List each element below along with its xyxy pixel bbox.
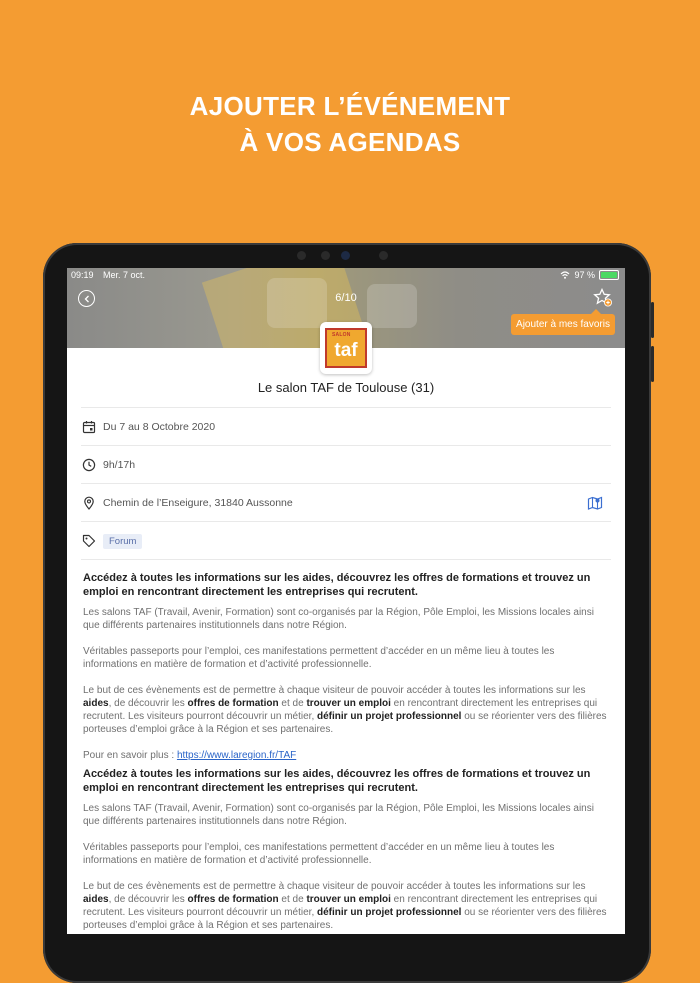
map-icon[interactable] (587, 495, 603, 511)
logo-text: taf (334, 340, 358, 361)
taf-logo: SALON taf (325, 328, 367, 368)
description-paragraph-2: Véritables passeports pour l’emploi, ces… (83, 646, 555, 670)
hero-decoration (367, 284, 417, 328)
divider (81, 559, 611, 561)
description-lead: Accédez à toutes les informations sur le… (83, 572, 591, 598)
battery-level (601, 272, 617, 278)
sensor-dot (321, 251, 330, 260)
logo-tag: SALON (332, 332, 351, 338)
learn-more: Pour en savoir plus : https://www.laregi… (83, 749, 609, 762)
status-right: 97 % (560, 268, 619, 282)
event-hours: 9h/17h (103, 459, 136, 471)
sensor-dot (297, 251, 306, 260)
location-pin-icon (81, 495, 97, 511)
status-date: Mer. 7 oct. (103, 270, 146, 280)
battery-icon (599, 270, 619, 280)
learn-more-link[interactable]: https://www.laregion.fr/TAF (177, 750, 296, 761)
learn-more-label: Pour en savoir plus : (83, 750, 177, 761)
event-date: Du 7 au 8 Octobre 2020 (103, 421, 216, 433)
event-description: Accédez à toutes les informations sur le… (83, 572, 609, 934)
headline-line-1: AJOUTER L’ÉVÉNEMENT (189, 91, 511, 121)
app-screen: 09:19 Mer. 7 oct. 97 % 6/10 Ajouter à me… (67, 268, 625, 934)
volume-button (651, 346, 654, 382)
camera-dot (341, 251, 350, 260)
battery-percent: 97 % (574, 270, 595, 280)
volume-button (651, 302, 654, 338)
event-tag-row: Forum (81, 521, 611, 560)
event-counter: 6/10 (335, 292, 357, 304)
event-category-tag[interactable]: Forum (103, 533, 143, 549)
description-paragraph-3: Le but de ces évènements est de permettr… (83, 685, 607, 735)
description-paragraph-1: Les salons TAF (Travail, Avenir, Formati… (83, 607, 594, 631)
status-time: 09:19 (71, 270, 94, 280)
wifi-icon (561, 271, 570, 279)
event-title: Le salon TAF de Toulouse (31) (257, 380, 435, 395)
description-paragraph-1-repeat: Les salons TAF (Travail, Avenir, Formati… (83, 803, 594, 827)
tag-icon (81, 533, 97, 549)
event-logo: SALON taf (320, 322, 372, 374)
star-favorite-icon[interactable] (593, 288, 613, 308)
description-lead-repeat: Accédez à toutes les informations sur le… (83, 768, 591, 794)
description-paragraph-3-repeat: Le but de ces évènements est de permettr… (83, 881, 607, 931)
event-date-row[interactable]: Du 7 au 8 Octobre 2020 (81, 407, 611, 446)
headline: AJOUTER L’ÉVÉNEMENT À VOS AGENDAS (0, 88, 700, 160)
event-address-row[interactable]: Chemin de l’Enseigure, 31840 Aussonne (81, 483, 611, 522)
event-hours-row: 9h/17h (81, 445, 611, 484)
sensor-dot (379, 251, 388, 260)
event-address: Chemin de l’Enseigure, 31840 Aussonne (103, 497, 293, 509)
clock-icon (81, 457, 97, 473)
status-bar: 09:19 Mer. 7 oct. 97 % (67, 268, 625, 282)
description-paragraph-2-repeat: Véritables passeports pour l’emploi, ces… (83, 842, 555, 866)
calendar-icon (81, 419, 97, 435)
headline-line-2: À VOS AGENDAS (239, 127, 461, 157)
favorite-tooltip[interactable]: Ajouter à mes favoris (511, 309, 615, 335)
